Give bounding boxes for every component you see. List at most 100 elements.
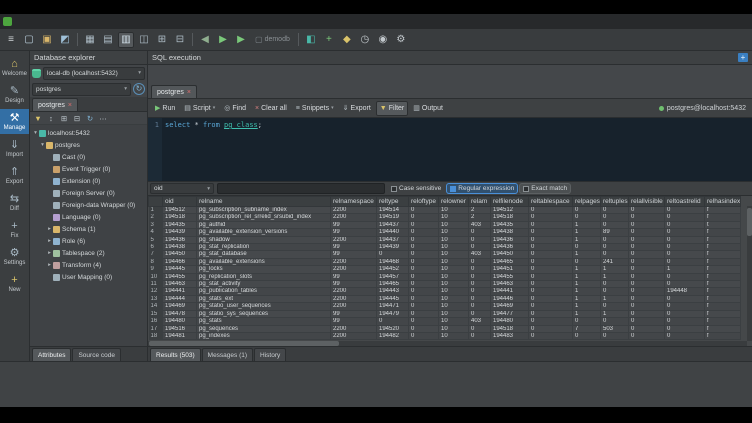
cell-relowner[interactable]: 10: [439, 251, 469, 258]
explorer-tab-postgres[interactable]: postgres ×: [32, 98, 78, 111]
cell-relowner[interactable]: 10: [439, 229, 469, 236]
table-row[interactable]: 1194512pg_subscription_subname_index2200…: [149, 207, 741, 214]
cell-relnamespace[interactable]: 99: [331, 229, 377, 236]
cell-relnamespace[interactable]: 2200: [331, 214, 377, 221]
regular-expression-toggle[interactable]: Regular expression: [447, 184, 517, 193]
cell-relpages[interactable]: 1: [573, 251, 601, 258]
model-tab[interactable]: ▢demodb: [255, 35, 290, 44]
tab-messages[interactable]: Messages (1): [202, 348, 253, 361]
cell-oid[interactable]: 194481: [163, 332, 197, 339]
row-number[interactable]: 9: [149, 266, 163, 273]
cell-relhasindex[interactable]: f: [705, 281, 741, 288]
row-number[interactable]: 2: [149, 214, 163, 221]
cell-relpages[interactable]: 1: [573, 229, 601, 236]
row-number[interactable]: 14: [149, 303, 163, 310]
cell-reltablespace[interactable]: 0: [529, 258, 573, 265]
row-number[interactable]: 7: [149, 251, 163, 258]
tree-options-icon[interactable]: ⋯: [98, 113, 108, 123]
cell-relam[interactable]: 403: [469, 221, 491, 228]
new-model-icon[interactable]: ▢: [21, 32, 37, 48]
row-number[interactable]: 13: [149, 295, 163, 302]
cell-relpages[interactable]: 1: [573, 236, 601, 243]
cell-reltoastrelid[interactable]: 0: [665, 295, 705, 302]
cell-relallvisible[interactable]: 0: [629, 236, 665, 243]
cell-relpages[interactable]: 0: [573, 318, 601, 325]
cell-relpages[interactable]: 1: [573, 303, 601, 310]
cell-relname[interactable]: pg_publication_tables: [197, 288, 331, 295]
cell-relowner[interactable]: 10: [439, 332, 469, 339]
table-row[interactable]: 12194441pg_publication_tables22001944430…: [149, 288, 741, 295]
layout-rows-icon[interactable]: ⊟: [172, 32, 188, 48]
run-button[interactable]: ▶Run: [151, 101, 179, 116]
cell-relhasindex[interactable]: f: [705, 325, 741, 332]
cell-relname[interactable]: pg_stat_activity: [197, 281, 331, 288]
cell-reloftype[interactable]: 0: [409, 303, 439, 310]
cell-relname[interactable]: pg_statio_sys_sequences: [197, 310, 331, 317]
expand-arrow-icon[interactable]: ▸: [46, 238, 53, 244]
cell-reltype[interactable]: 194471: [377, 303, 409, 310]
collapse-all-icon[interactable]: ⊟: [72, 113, 82, 123]
cell-relfilenode[interactable]: 194512: [491, 207, 529, 214]
save-model-icon[interactable]: ◩: [57, 32, 73, 48]
cell-relfilenode[interactable]: 194438: [491, 229, 529, 236]
cell-reltype[interactable]: 194439: [377, 244, 409, 251]
appbar-item-diff[interactable]: ⇆Diff: [0, 190, 29, 215]
cell-relam[interactable]: 0: [469, 288, 491, 295]
column-header-relowner[interactable]: relowner: [439, 197, 469, 207]
cell-relallvisible[interactable]: 0: [629, 310, 665, 317]
cell-relowner[interactable]: 10: [439, 236, 469, 243]
expand-all-icon[interactable]: ⊞: [59, 113, 69, 123]
cell-reltuples[interactable]: 89: [601, 229, 629, 236]
tree-item-schema[interactable]: ▸Schema (1): [30, 223, 147, 235]
cell-reltablespace[interactable]: 0: [529, 229, 573, 236]
tree-item-user-mapping[interactable]: User Mapping (0): [30, 271, 147, 283]
table-row[interactable]: 10194455pg_replication_slots991944570100…: [149, 273, 741, 280]
vertical-scrollbar-thumb[interactable]: [747, 208, 752, 236]
table-row[interactable]: 7194450pg_stat_database99001040319445001…: [149, 251, 741, 258]
cell-reltablespace[interactable]: 0: [529, 221, 573, 228]
cell-relam[interactable]: 0: [469, 325, 491, 332]
cell-relfilenode[interactable]: 194465: [491, 258, 529, 265]
exact-match-toggle[interactable]: Exact match: [520, 184, 570, 193]
column-header-relpages[interactable]: relpages: [573, 197, 601, 207]
table-row[interactable]: 15194478pg_statio_sys_sequences991944790…: [149, 310, 741, 317]
cell-reltoastrelid[interactable]: 194448: [665, 288, 705, 295]
table-row[interactable]: 5194436pg_shadow220019443701001944360100…: [149, 236, 741, 243]
cell-relhasindex[interactable]: f: [705, 214, 741, 221]
cell-relnamespace[interactable]: 2200: [331, 207, 377, 214]
refresh-icon[interactable]: ↻: [133, 83, 145, 95]
cell-relallvisible[interactable]: 0: [629, 325, 665, 332]
row-number[interactable]: 11: [149, 281, 163, 288]
cell-relowner[interactable]: 10: [439, 266, 469, 273]
table-row[interactable]: 4194439pg_available_extension_versions99…: [149, 229, 741, 236]
cell-relhasindex[interactable]: f: [705, 229, 741, 236]
history-icon[interactable]: ◷: [357, 32, 373, 48]
row-number[interactable]: 3: [149, 221, 163, 228]
cell-relpages[interactable]: 1: [573, 295, 601, 302]
cell-oid[interactable]: 194478: [163, 310, 197, 317]
find-button[interactable]: ◎Find: [220, 101, 250, 116]
cell-reltablespace[interactable]: 0: [529, 273, 573, 280]
collapse-arrow-icon[interactable]: ▾: [32, 130, 39, 136]
cell-reltablespace[interactable]: 0: [529, 214, 573, 221]
cell-oid[interactable]: 194435: [163, 221, 197, 228]
filter-input[interactable]: [217, 183, 385, 194]
cell-reloftype[interactable]: 0: [409, 207, 439, 214]
table-row[interactable]: 17194516pg_sequences22001945200100194518…: [149, 325, 741, 332]
cell-relnamespace[interactable]: 2200: [331, 303, 377, 310]
cell-relhasindex[interactable]: f: [705, 251, 741, 258]
open-model-icon[interactable]: ▣: [39, 32, 55, 48]
cell-oid[interactable]: 194469: [163, 303, 197, 310]
cell-oid[interactable]: 194480: [163, 318, 197, 325]
column-header-reloftype[interactable]: reloftype: [409, 197, 439, 207]
column-header-oid[interactable]: oid: [163, 197, 197, 207]
row-number[interactable]: 17: [149, 325, 163, 332]
tree-item-language[interactable]: Language (0): [30, 211, 147, 223]
cell-relnamespace[interactable]: 99: [331, 251, 377, 258]
column-header-relam[interactable]: relam: [469, 197, 491, 207]
cell-reltablespace[interactable]: 0: [529, 303, 573, 310]
tree-item-extension[interactable]: Extension (0): [30, 175, 147, 187]
cell-relam[interactable]: 0: [469, 295, 491, 302]
cell-reloftype[interactable]: 0: [409, 281, 439, 288]
cell-relpages[interactable]: 1: [573, 266, 601, 273]
